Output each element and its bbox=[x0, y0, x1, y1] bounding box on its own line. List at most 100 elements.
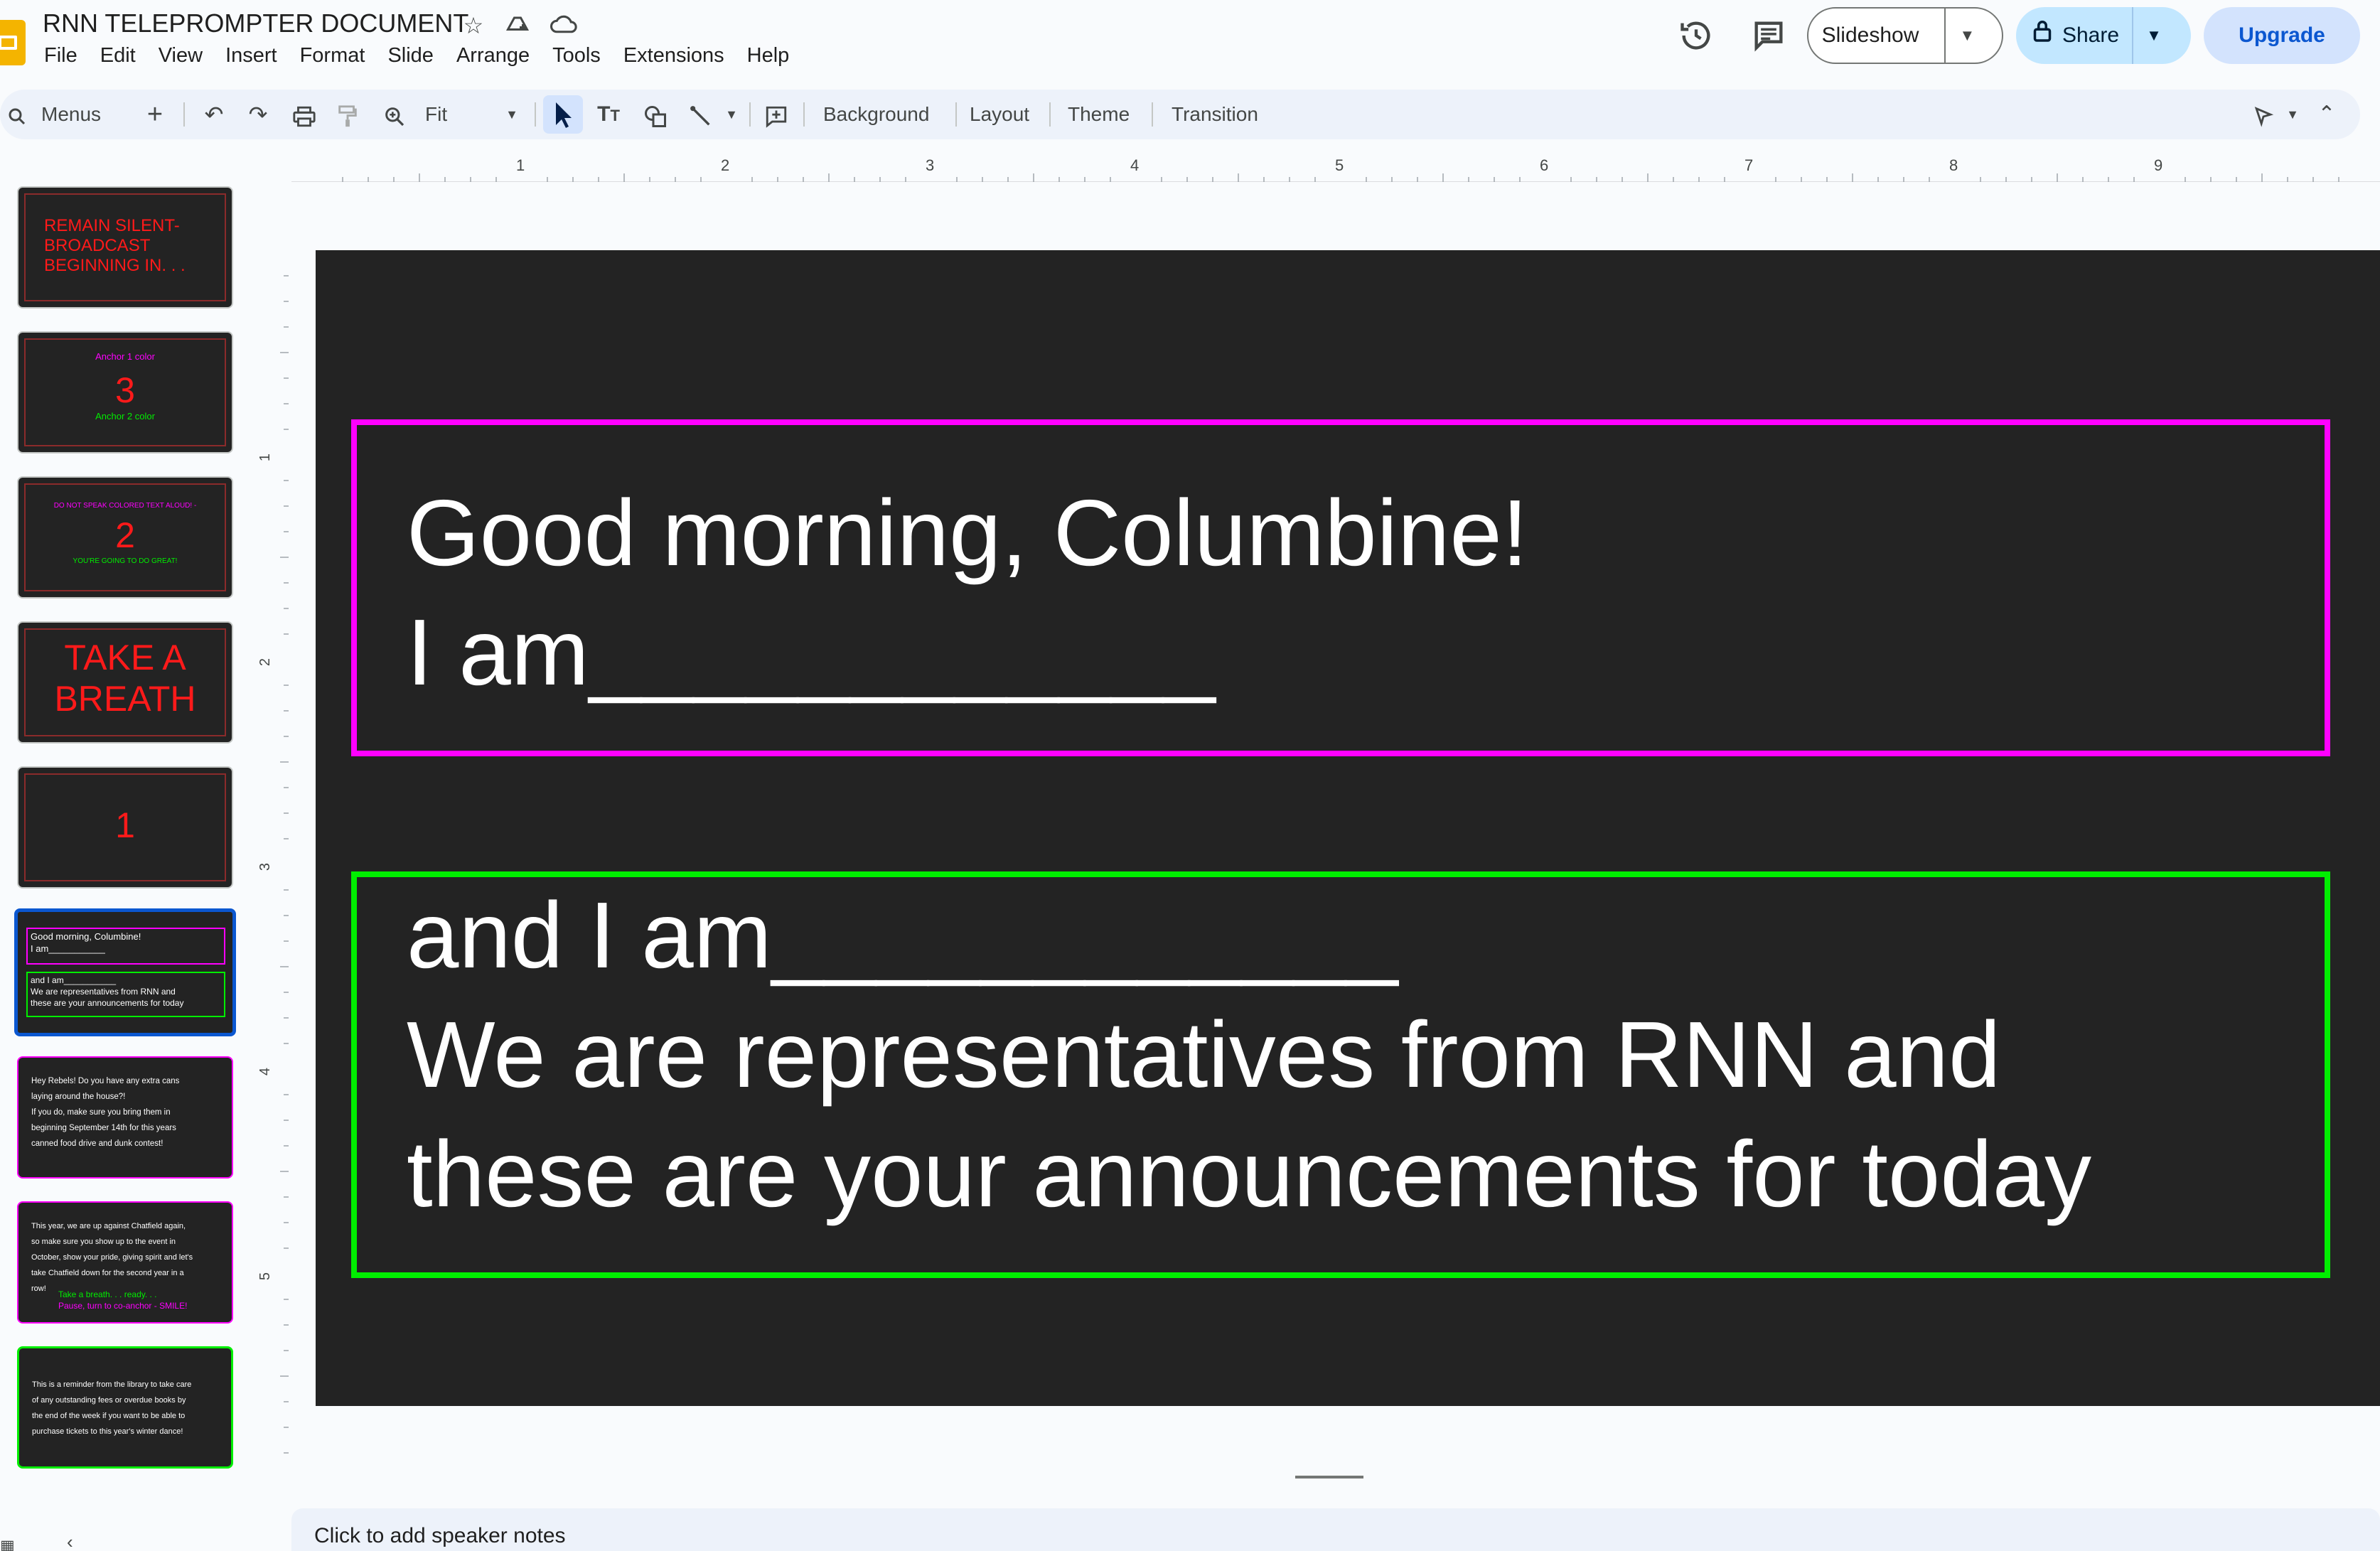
slide-thumbnail-8[interactable]: This year, we are up against Chatfield a… bbox=[17, 1201, 233, 1324]
slide-canvas[interactable]: Good morning, Columbine! I am___________… bbox=[316, 250, 2380, 1406]
text-box-icon[interactable]: TT bbox=[591, 90, 626, 139]
share-button-group: Share ▼ bbox=[2016, 7, 2191, 64]
thumb-warning-text: DO NOT SPEAK COLORED TEXT ALOUD! - bbox=[53, 502, 197, 510]
menu-file[interactable]: File bbox=[44, 44, 77, 73]
anchor1-text-box[interactable]: Good morning, Columbine! I am___________… bbox=[351, 419, 2330, 756]
vertical-ruler: 1 2 3 4 5 bbox=[256, 192, 289, 1471]
cloud-saved-icon[interactable] bbox=[550, 11, 579, 40]
slideshow-dropdown-icon[interactable]: ▼ bbox=[1946, 26, 1988, 45]
anchor2-intro-text[interactable]: and I am____________ We are representati… bbox=[407, 876, 2091, 1234]
slide-thumbnail-7[interactable]: Hey Rebels! Do you have any extra cans l… bbox=[17, 1056, 233, 1179]
menu-slide[interactable]: Slide bbox=[387, 44, 434, 73]
menu-arrange[interactable]: Arrange bbox=[456, 44, 530, 73]
menu-format[interactable]: Format bbox=[300, 44, 365, 73]
search-icon[interactable] bbox=[3, 90, 31, 139]
ruler-label: 5 bbox=[257, 1272, 274, 1281]
version-history-icon[interactable] bbox=[1678, 17, 1715, 54]
line-icon[interactable] bbox=[684, 90, 718, 139]
document-title[interactable]: RNN TELEPROMPTER DOCUMENT bbox=[43, 9, 468, 38]
notes-resize-handle[interactable] bbox=[1295, 1476, 1363, 1478]
thumb-magenta-note: Pause, turn to co-anchor - SMILE! bbox=[58, 1301, 188, 1311]
print-icon[interactable] bbox=[287, 90, 321, 139]
toolbar-divider bbox=[749, 102, 751, 127]
background-button[interactable]: Background bbox=[823, 90, 929, 139]
slide-thumbnail-1[interactable]: REMAIN SILENT- BROADCAST BEGINNING IN. .… bbox=[17, 186, 233, 308]
toolbar-divider bbox=[1049, 102, 1051, 127]
anchor2-text-box[interactable]: and I am____________ We are representati… bbox=[351, 871, 2330, 1278]
comments-icon[interactable] bbox=[1750, 17, 1787, 54]
slide-thumbnail-3[interactable]: DO NOT SPEAK COLORED TEXT ALOUD! - 2 YOU… bbox=[17, 476, 233, 599]
shape-icon[interactable] bbox=[638, 90, 672, 139]
share-label: Share bbox=[2062, 23, 2120, 47]
grid-view-icon[interactable]: ▦ bbox=[0, 1537, 15, 1551]
ruler-label: 4 bbox=[1130, 156, 1140, 174]
pen-dropdown-icon[interactable]: ▼ bbox=[2282, 90, 2303, 139]
slides-logo-icon[interactable] bbox=[0, 20, 26, 65]
thumb-anchor1-text: Anchor 1 color bbox=[95, 351, 155, 362]
slide-thumbnail-4[interactable]: TAKE A BREATH bbox=[17, 621, 233, 744]
thumb-number: 3 bbox=[115, 370, 135, 410]
share-dropdown-icon[interactable]: ▼ bbox=[2133, 26, 2175, 45]
undo-icon[interactable]: ↶ bbox=[199, 90, 229, 139]
menu-edit[interactable]: Edit bbox=[100, 44, 136, 73]
menu-extensions[interactable]: Extensions bbox=[623, 44, 724, 73]
toolbar-divider bbox=[535, 102, 536, 127]
ruler-label: 9 bbox=[2154, 156, 2163, 174]
share-button[interactable]: Share bbox=[2032, 7, 2134, 64]
collapse-filmstrip-icon[interactable]: ‹ bbox=[67, 1531, 73, 1551]
thumb-text: This is a reminder from the library to t… bbox=[32, 1380, 192, 1436]
layout-button[interactable]: Layout bbox=[970, 90, 1029, 139]
menu-help[interactable]: Help bbox=[747, 44, 790, 73]
thumb-number: 2 bbox=[115, 515, 135, 555]
thumb-text: and I am___________ We are representativ… bbox=[31, 975, 184, 1008]
menu-view[interactable]: View bbox=[159, 44, 203, 73]
filmstrip: REMAIN SILENT- BROADCAST BEGINNING IN. .… bbox=[0, 163, 284, 1551]
slide-thumbnail-5[interactable]: 1 bbox=[17, 766, 233, 889]
thumb-encourage-text: YOU'RE GOING TO DO GREAT! bbox=[73, 557, 178, 565]
upgrade-button[interactable]: Upgrade bbox=[2204, 7, 2360, 64]
pen-select-icon[interactable] bbox=[2246, 90, 2280, 139]
paint-format-icon[interactable] bbox=[333, 90, 363, 139]
ruler-label: 1 bbox=[257, 453, 274, 462]
redo-icon[interactable]: ↷ bbox=[243, 90, 273, 139]
menu-tools[interactable]: Tools bbox=[552, 44, 601, 73]
thumb-anchor2-text: Anchor 2 color bbox=[95, 411, 155, 422]
thumb-text: Hey Rebels! Do you have any extra cans l… bbox=[31, 1077, 180, 1148]
anchor1-greeting-text[interactable]: Good morning, Columbine! I am___________… bbox=[407, 473, 1528, 712]
thumb-green-note: Take a breath. . . ready. . . bbox=[58, 1289, 157, 1299]
thumb-text: TAKE A BREATH bbox=[54, 638, 196, 719]
ruler-label: 4 bbox=[257, 1067, 274, 1076]
thumb-text: Good morning, Columbine! I am___________ bbox=[31, 931, 141, 954]
slide-thumbnail-9[interactable]: This is a reminder from the library to t… bbox=[17, 1346, 233, 1469]
star-icon[interactable]: ☆ bbox=[459, 11, 488, 40]
slideshow-button-group: Slideshow ▼ bbox=[1807, 7, 2003, 64]
menus-search-label[interactable]: Menus bbox=[41, 90, 101, 139]
ruler-label: 3 bbox=[257, 862, 274, 871]
ruler-label: 5 bbox=[1335, 156, 1344, 174]
toolbar-divider bbox=[955, 102, 957, 127]
theme-button[interactable]: Theme bbox=[1068, 90, 1130, 139]
transition-button[interactable]: Transition bbox=[1172, 90, 1258, 139]
collapse-toolbar-icon[interactable]: ⌃ bbox=[2310, 90, 2343, 139]
zoom-icon[interactable] bbox=[378, 90, 411, 139]
select-tool[interactable] bbox=[543, 95, 583, 134]
slide-thumbnail-6[interactable]: Good morning, Columbine! I am___________… bbox=[14, 908, 236, 1036]
menu-insert[interactable]: Insert bbox=[225, 44, 277, 73]
new-slide-icon[interactable]: + bbox=[139, 90, 171, 139]
toolbar: Menus + ↶ ↷ Fit ▼ TT ▼ Background Layout… bbox=[0, 90, 2360, 139]
slideshow-button[interactable]: Slideshow bbox=[1822, 9, 1946, 63]
slide-thumbnail-2[interactable]: Anchor 1 color 3 Anchor 2 color bbox=[17, 331, 233, 454]
move-to-folder-icon[interactable] bbox=[503, 11, 532, 40]
line-dropdown-icon[interactable]: ▼ bbox=[721, 90, 742, 139]
header: RNN TELEPROMPTER DOCUMENT ☆ File Edit Vi… bbox=[0, 0, 2380, 84]
ruler-label: 2 bbox=[721, 156, 730, 174]
zoom-dropdown-icon[interactable]: ▼ bbox=[498, 90, 526, 139]
insert-comment-icon[interactable] bbox=[759, 90, 793, 139]
zoom-select[interactable]: Fit bbox=[425, 90, 447, 139]
lock-icon bbox=[2032, 7, 2052, 64]
speaker-notes-panel[interactable]: Click to add speaker notes bbox=[291, 1508, 2380, 1551]
horizontal-ruler: 1 2 3 4 5 6 7 8 9 bbox=[291, 149, 2380, 182]
ruler-label: 7 bbox=[1744, 156, 1754, 174]
speaker-notes-placeholder[interactable]: Click to add speaker notes bbox=[314, 1524, 566, 1548]
toolbar-divider bbox=[803, 102, 805, 127]
